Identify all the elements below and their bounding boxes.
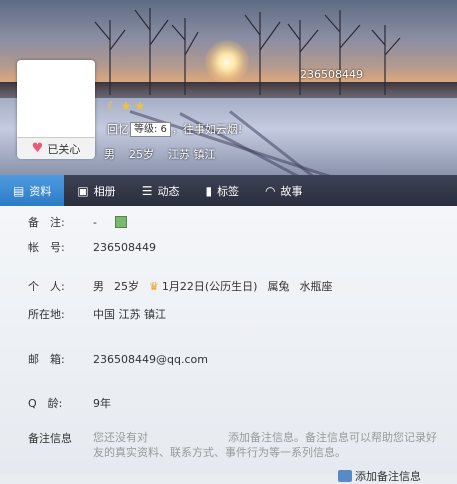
personal-row: 个 人: 男 25岁 ♛ 1月22日(公历生日) 属兔 水瓶座	[28, 278, 332, 294]
tab-tags[interactable]: ▮ 标签	[192, 175, 252, 206]
age: 25岁	[129, 148, 154, 161]
follow-label: 已关心	[47, 142, 81, 156]
profile-tabbar: ▤ 资料 ▣ 相册 ☰ 动态 ▮ 标签 ◠ 故事	[0, 175, 457, 206]
remark-row: 备 注: -	[28, 214, 127, 230]
account-label: 帐 号:	[28, 241, 65, 254]
qq-number: 236508449	[300, 68, 363, 81]
signature-text-end: ，往事如云烟!	[171, 123, 243, 136]
email-row: 邮 箱: 236508449@qq.com	[28, 351, 208, 367]
zodiac: 属兔	[267, 280, 290, 293]
bookmark-tag-icon: ▮	[205, 183, 213, 198]
birthday: 1月22日(公历生日)	[161, 280, 258, 293]
tab-label: 相册	[93, 184, 116, 198]
star-icon: ★	[120, 99, 132, 113]
add-note-link[interactable]: 添加备注信息	[338, 468, 421, 484]
email-label: 邮 箱:	[28, 353, 65, 366]
constellation: 水瓶座	[299, 280, 333, 293]
basic-info: 男 25岁 江苏 镇江	[104, 146, 216, 162]
feed-list-icon: ☰	[141, 183, 153, 198]
personal-age: 25岁	[114, 280, 139, 293]
heart-icon: ♥	[31, 141, 44, 156]
follow-button[interactable]: ♥ 已关心	[17, 137, 95, 159]
signature-text-start: 回忆	[107, 123, 129, 136]
profile-card-icon: ▤	[13, 183, 25, 198]
tab-label: 标签	[217, 184, 240, 198]
tab-label: 动态	[157, 184, 180, 198]
gender: 男	[104, 148, 115, 161]
add-note-label: 添加备注信息	[355, 470, 421, 483]
add-note-icon	[338, 470, 352, 482]
note-description: 您还没有对 添加备注信息。备注信息可以帮助您记录好友的真实资料、联系方式、事件行为…	[93, 430, 438, 460]
crown-icon: ♛	[149, 279, 159, 293]
tab-profile[interactable]: ▤ 资料	[0, 175, 65, 206]
star-icon: ★	[134, 99, 146, 113]
location-row: 所在地: 中国 江苏 镇江	[28, 306, 166, 322]
tab-label: 资料	[29, 184, 52, 198]
photo-album-icon: ▣	[77, 183, 89, 198]
rainbow-story-icon: ◠	[265, 183, 276, 198]
note-text-1: 您还没有对	[93, 431, 148, 444]
moon-icon: ☾	[107, 99, 118, 113]
qage-value: 9年	[93, 397, 111, 410]
location-value: 中国 江苏 镇江	[93, 308, 166, 321]
profile-details: 备 注: - 帐 号: 236508449 个 人: 男 25岁 ♛ 1月22日…	[0, 206, 457, 483]
qq-level-badges[interactable]: ☾ ★ ★	[107, 99, 145, 113]
note-row: 备注信息	[28, 430, 93, 446]
qage-label: Q 龄:	[28, 397, 63, 410]
email-value[interactable]: 236508449@qq.com	[93, 351, 208, 367]
tab-label: 故事	[280, 184, 303, 198]
qage-row: Q 龄: 9年	[28, 395, 111, 411]
personal-gender: 男	[93, 280, 104, 293]
remark-value: -	[93, 215, 97, 229]
edit-remark-icon[interactable]	[114, 216, 127, 228]
tab-album[interactable]: ▣ 相册	[64, 175, 128, 206]
remark-label: 备 注:	[28, 216, 65, 229]
personal-signature: 回忆 等级: 6 ，往事如云烟!	[107, 121, 242, 137]
account-row: 帐 号: 236508449	[28, 239, 156, 255]
location-label: 所在地:	[28, 308, 65, 321]
level-tooltip: 等级: 6	[130, 121, 171, 137]
note-label: 备注信息	[28, 432, 72, 445]
profile-header: ♥ 已关心 236508449 ☾ ★ ★ 回忆 等级: 6 ，往事如云烟! 男…	[0, 0, 457, 175]
tab-story[interactable]: ◠ 故事	[252, 175, 315, 206]
account-value: 236508449	[93, 240, 156, 254]
tab-feed[interactable]: ☰ 动态	[129, 175, 193, 206]
personal-label: 个 人:	[28, 280, 65, 293]
location: 江苏 镇江	[168, 148, 216, 161]
